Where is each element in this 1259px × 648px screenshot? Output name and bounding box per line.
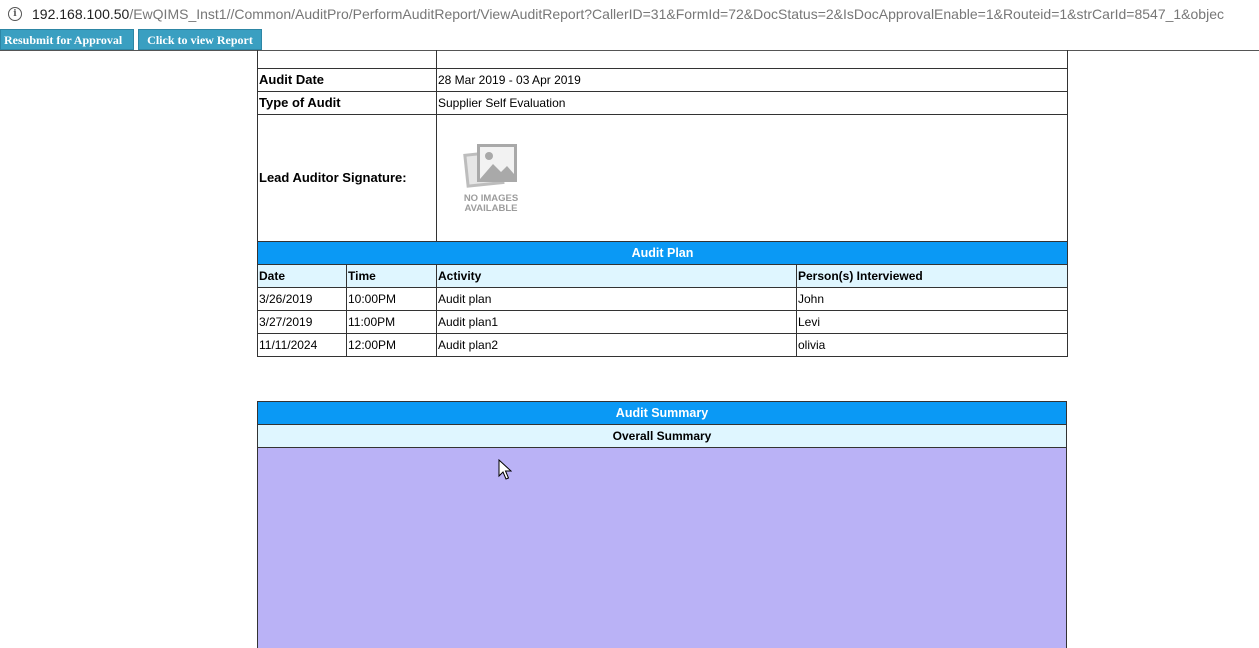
audit-summary-table: Audit Summary Overall Summary xyxy=(257,401,1067,648)
table-row: Type of Audit Supplier Self Evaluation xyxy=(257,90,1068,115)
type-of-audit-label: Type of Audit xyxy=(257,90,437,115)
table-row: Audit Summary xyxy=(257,401,1067,425)
cell-activity: Audit plan xyxy=(436,287,797,311)
cell-date: 3/26/2019 xyxy=(257,287,347,311)
table-row xyxy=(257,447,1067,648)
cell-time: 10:00PM xyxy=(346,287,437,311)
table-row: 11/11/2024 12:00PM Audit plan2 olivia xyxy=(257,333,1068,357)
cell-date: 3/27/2019 xyxy=(257,310,347,334)
url-host: 192.168.100.50 xyxy=(32,6,130,22)
audit-date-label: Audit Date xyxy=(257,67,437,92)
cell-persons: John xyxy=(796,287,1068,311)
resubmit-for-approval-button[interactable]: Resubmit for Approval xyxy=(0,29,134,50)
info-icon[interactable]: i xyxy=(8,7,22,21)
no-image-placeholder: NO IMAGES AVAILABLE xyxy=(456,142,526,214)
table-row: Overall Summary xyxy=(257,424,1067,448)
cell-persons: Levi xyxy=(796,310,1068,334)
audit-summary-title: Audit Summary xyxy=(257,401,1067,425)
address-bar[interactable]: i 192.168.100.50/EwQIMS_Inst1//Common/Au… xyxy=(0,0,1259,28)
column-header-time: Time xyxy=(346,264,437,288)
table-row: 3/26/2019 10:00PM Audit plan John xyxy=(257,287,1068,311)
table-row xyxy=(257,50,1068,69)
cell-activity: Audit plan1 xyxy=(436,310,797,334)
table-row: Lead Auditor Signature: NO IMAGES AVAILA… xyxy=(257,113,1068,242)
audit-plan-title: Audit Plan xyxy=(257,241,1068,265)
audit-plan-section: Audit Plan Date Time Activity Person(s) … xyxy=(257,241,1068,357)
audit-info-table: Audit Date 28 Mar 2019 - 03 Apr 2019 Typ… xyxy=(257,50,1068,242)
column-header-date: Date xyxy=(257,264,347,288)
cell-persons: olivia xyxy=(796,333,1068,357)
column-header-persons: Person(s) Interviewed xyxy=(796,264,1068,288)
overall-summary-content[interactable] xyxy=(257,447,1067,648)
cell-time: 11:00PM xyxy=(346,310,437,334)
cell-activity: Audit plan2 xyxy=(436,333,797,357)
no-image-icon xyxy=(463,143,517,188)
column-header-activity: Activity xyxy=(436,264,797,288)
type-of-audit-value: Supplier Self Evaluation xyxy=(436,90,1068,115)
no-image-text-line2: AVAILABLE xyxy=(464,202,518,214)
audit-date-value: 28 Mar 2019 - 03 Apr 2019 xyxy=(436,67,1068,92)
view-report-button[interactable]: Click to view Report xyxy=(138,29,262,50)
no-image-text-line1: NO IMAGES xyxy=(463,192,519,204)
audit-plan-table: Audit Plan Date Time Activity Person(s) … xyxy=(257,241,1068,357)
table-header-row: Date Time Activity Person(s) Interviewed xyxy=(257,264,1068,288)
lead-auditor-signature-label: Lead Auditor Signature: xyxy=(257,113,437,242)
audit-summary-section: Audit Summary Overall Summary xyxy=(257,401,1067,648)
url-path: /EwQIMS_Inst1//Common/AuditPro/PerformAu… xyxy=(129,6,1224,22)
action-toolbar: Resubmit for Approval Click to view Repo… xyxy=(0,29,1259,51)
table-row: 3/27/2019 11:00PM Audit plan1 Levi xyxy=(257,310,1068,334)
cell-time: 12:00PM xyxy=(346,333,437,357)
mouse-cursor-icon xyxy=(498,459,512,480)
table-row: Audit Date 28 Mar 2019 - 03 Apr 2019 xyxy=(257,67,1068,92)
overall-summary-heading: Overall Summary xyxy=(257,424,1067,448)
audit-info-section: Audit Date 28 Mar 2019 - 03 Apr 2019 Typ… xyxy=(257,50,1068,242)
cell-date: 11/11/2024 xyxy=(257,333,347,357)
table-row: Audit Plan xyxy=(257,241,1068,265)
